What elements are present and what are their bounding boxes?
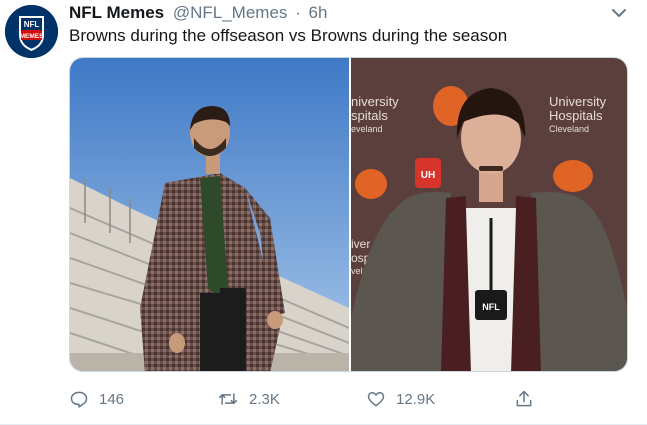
reply-icon	[70, 391, 88, 408]
backdrop-text: eveland	[351, 124, 383, 134]
reply-count: 146	[99, 390, 125, 408]
tweet: NFL MEMES NFL Memes @NFL_Memes · 6h Brow…	[0, 0, 647, 425]
backdrop-text: Hospitals	[549, 108, 603, 123]
more-options-caret[interactable]	[610, 6, 628, 20]
retweet-count: 2.3K	[249, 390, 280, 408]
backdrop-text: iver	[351, 237, 370, 251]
reply-button[interactable]: 146	[69, 388, 124, 410]
heart-icon	[367, 392, 385, 407]
backdrop-text: University	[549, 94, 607, 109]
backdrop-text: Cleveland	[549, 124, 589, 134]
like-button[interactable]: 12.9K	[366, 388, 435, 410]
photo-icon: niversity spitals eveland iver ospi vela…	[351, 58, 627, 371]
tweet-actions: 146 2.3K 12.9K	[69, 388, 539, 410]
timestamp[interactable]: 6h	[309, 3, 328, 22]
photo-season[interactable]: niversity spitals eveland iver ospi vela…	[351, 58, 627, 371]
avatar[interactable]: NFL MEMES	[5, 5, 58, 58]
tweet-text: Browns during the offseason vs Browns du…	[69, 26, 508, 45]
uh-badge-text: UH	[421, 170, 435, 181]
helmet-icon	[355, 169, 387, 199]
helmet-icon	[553, 160, 593, 192]
photo-offseason[interactable]	[70, 58, 349, 371]
share-icon	[516, 390, 532, 407]
mic-flag-text: NFL	[482, 302, 500, 312]
retweet-icon	[218, 393, 238, 405]
tweet-media[interactable]: niversity spitals eveland iver ospi vela…	[69, 57, 628, 372]
user-handle[interactable]: @NFL_Memes	[173, 3, 288, 22]
tweet-header: NFL Memes @NFL_Memes · 6h	[69, 2, 327, 24]
nfl-shield-icon: NFL MEMES	[5, 5, 58, 58]
chevron-down-icon	[612, 9, 626, 17]
retweet-button[interactable]: 2.3K	[217, 388, 280, 410]
avatar-subtext: MEMES	[20, 33, 45, 40]
backdrop-text: spitals	[351, 108, 388, 123]
backdrop-text: niversity	[351, 94, 399, 109]
share-button[interactable]	[514, 388, 544, 410]
display-name[interactable]: NFL Memes	[69, 3, 164, 22]
separator-dot: ·	[295, 3, 301, 22]
like-count: 12.9K	[396, 390, 436, 408]
avatar-brand-text: NFL	[24, 20, 40, 29]
photo-icon	[70, 58, 349, 371]
